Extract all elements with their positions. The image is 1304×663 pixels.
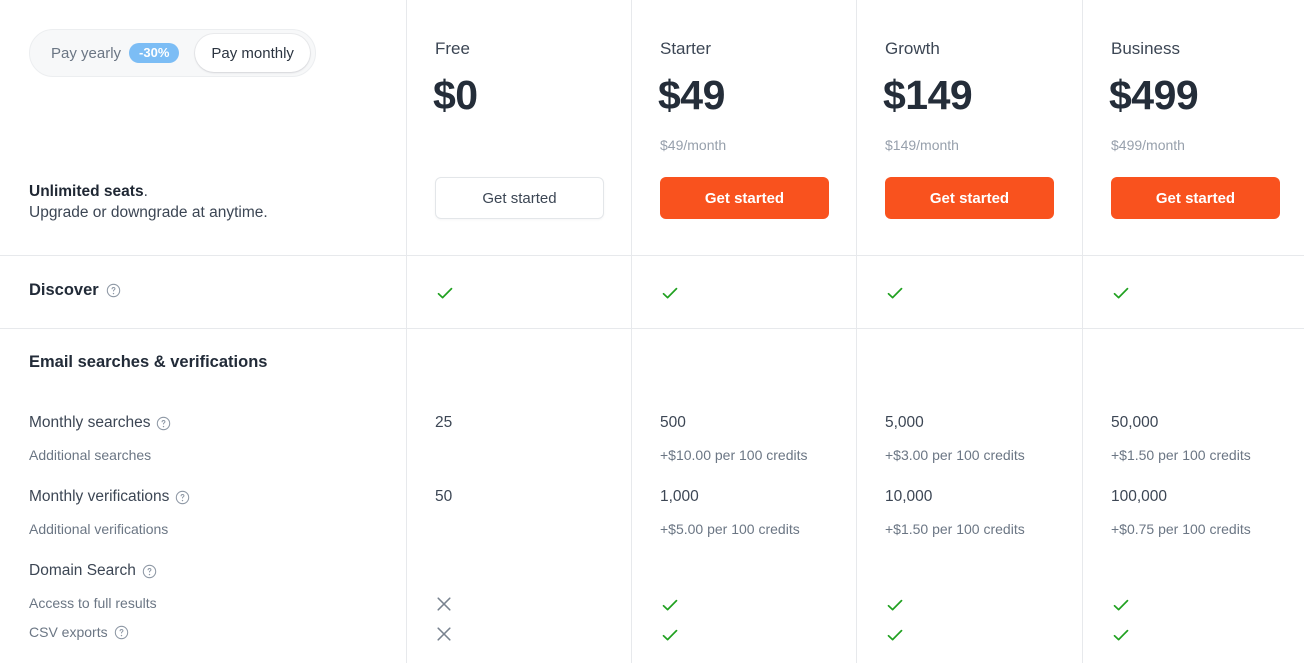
seats-note-line1: Unlimited seats.	[29, 181, 268, 202]
seats-note-line2: Upgrade or downgrade at anytime.	[29, 204, 268, 221]
seats-note-bold: Unlimited seats	[29, 183, 144, 200]
feature-label-monthly-verifications: Monthly verifications	[29, 488, 190, 506]
plan-price: $149	[883, 72, 973, 118]
feature-sublabel-access-full-results: Access to full results	[29, 595, 157, 611]
plan-column-growth: Growth $149 $149/month Get started	[857, 0, 1082, 255]
billing-toggle[interactable]: Pay yearly -30% Pay monthly	[29, 29, 316, 77]
cell-monthly-verifications-starter: 1,000	[660, 488, 699, 505]
cell-monthly-verifications-growth: 10,000	[885, 488, 933, 505]
feature-label-discover-text: Discover	[29, 281, 99, 299]
plan-name: Business	[1111, 39, 1180, 58]
cell-additional-verifications-growth: +$1.50 per 100 credits	[885, 521, 1025, 537]
plan-name: Growth	[885, 39, 940, 58]
access-full-results-value-starter	[660, 595, 680, 615]
cell-additional-searches-growth: +$3.00 per 100 credits	[885, 447, 1025, 463]
cell-monthly-searches-free: 25	[435, 414, 453, 431]
help-icon[interactable]	[106, 283, 121, 298]
discount-badge: -30%	[129, 43, 180, 63]
cell-monthly-verifications-business: 100,000	[1111, 488, 1168, 505]
cell-monthly-searches-growth: 5,000	[885, 414, 924, 431]
discover-value-business	[1111, 283, 1131, 303]
cell-monthly-searches-business: 50,000	[1111, 414, 1159, 431]
cell-additional-searches-business: +$1.50 per 100 credits	[1111, 447, 1251, 463]
feature-label-monthly-searches: Monthly searches	[29, 414, 171, 432]
feature-label-discover: Discover	[29, 281, 121, 300]
get-started-button-starter[interactable]: Get started	[660, 177, 829, 219]
help-icon[interactable]	[142, 564, 157, 579]
toggle-option-monthly-label: Pay monthly	[211, 44, 294, 62]
plan-price-sub: $499/month	[1111, 137, 1185, 153]
seats-note: Unlimited seats. Upgrade or downgrade at…	[29, 181, 268, 223]
plan-column-free: Free $0 Get started	[407, 0, 632, 255]
feature-sublabel-additional-searches: Additional searches	[29, 447, 152, 463]
row-divider-1	[0, 255, 1304, 256]
get-started-button-business[interactable]: Get started	[1111, 177, 1280, 219]
section-title-email: Email searches & verifications	[29, 353, 268, 371]
toggle-option-monthly[interactable]: Pay monthly	[195, 34, 310, 72]
feature-label-domain-search: Domain Search	[29, 562, 157, 580]
feature-sublabel-csv-exports: CSV exports	[29, 624, 129, 640]
plan-price-sub: $149/month	[885, 137, 959, 153]
feature-sublabel-csv-exports-text: CSV exports	[29, 624, 108, 640]
plan-column-starter: Starter $49 $49/month Get started	[632, 0, 857, 255]
discover-value-starter	[660, 283, 680, 303]
feature-label-domain-search-text: Domain Search	[29, 562, 136, 579]
plan-name: Starter	[660, 39, 712, 58]
billing-toggle-track: Pay yearly -30% Pay monthly	[29, 29, 316, 77]
cell-monthly-verifications-free: 50	[435, 488, 453, 505]
access-full-results-value-growth	[885, 595, 905, 615]
csv-exports-value-business	[1111, 625, 1131, 645]
plan-price: $49	[658, 72, 725, 118]
plan-price: $0	[433, 72, 478, 118]
cell-additional-verifications-business: +$0.75 per 100 credits	[1111, 521, 1251, 537]
row-divider-2	[0, 328, 1304, 329]
get-started-button-growth[interactable]: Get started	[885, 177, 1054, 219]
plan-name: Free	[435, 39, 470, 58]
toggle-option-yearly[interactable]: Pay yearly -30%	[35, 34, 195, 72]
cell-monthly-searches-starter: 500	[660, 414, 686, 431]
feature-label-monthly-verifications-text: Monthly verifications	[29, 488, 170, 505]
access-full-results-value-business	[1111, 595, 1131, 615]
plan-column-business: Business $499 $499/month Get started	[1083, 0, 1304, 255]
cell-additional-verifications-starter: +$5.00 per 100 credits	[660, 521, 800, 537]
toggle-option-yearly-label: Pay yearly	[51, 44, 122, 62]
get-started-button-free[interactable]: Get started	[435, 177, 604, 219]
csv-exports-value-free	[435, 625, 453, 643]
help-icon[interactable]	[156, 416, 171, 431]
feature-sublabel-additional-verifications: Additional verifications	[29, 521, 169, 537]
help-icon[interactable]	[175, 490, 190, 505]
csv-exports-value-growth	[885, 625, 905, 645]
plan-price: $499	[1109, 72, 1199, 118]
access-full-results-value-free	[435, 595, 453, 613]
csv-exports-value-starter	[660, 625, 680, 645]
seats-note-period: .	[143, 183, 148, 200]
cell-additional-searches-starter: +$10.00 per 100 credits	[660, 447, 808, 463]
discover-value-free	[435, 283, 455, 303]
help-icon[interactable]	[114, 625, 129, 640]
plan-price-sub: $49/month	[660, 137, 727, 153]
discover-value-growth	[885, 283, 905, 303]
pricing-header: Pay yearly -30% Pay monthly Unlimited se…	[0, 0, 1304, 255]
pricing-table: Pay yearly -30% Pay monthly Unlimited se…	[0, 0, 1304, 663]
feature-label-monthly-searches-text: Monthly searches	[29, 414, 151, 431]
